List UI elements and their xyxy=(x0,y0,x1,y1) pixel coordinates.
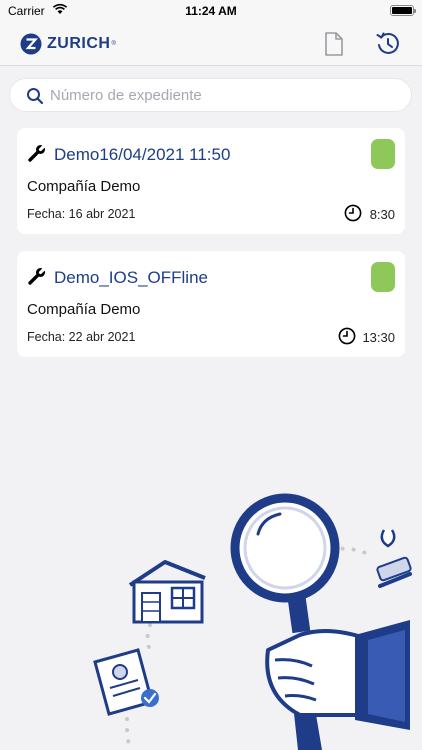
document-icon[interactable] xyxy=(322,31,346,57)
company-name: Compañía Demo xyxy=(27,301,141,318)
clock-icon xyxy=(338,327,356,345)
clock-time: 11:24 AM xyxy=(185,4,237,18)
case-title[interactable]: Demo16/04/2021 11:50 xyxy=(54,145,230,165)
case-date: Fecha: 16 abr 2021 xyxy=(27,207,136,221)
case-time: 13:30 xyxy=(362,330,395,345)
sync-history-icon[interactable] xyxy=(375,31,401,57)
status-badge xyxy=(371,139,395,169)
case-title[interactable]: Demo_IOS_OFFline xyxy=(54,268,208,288)
battery-icon xyxy=(390,5,416,16)
search-icon xyxy=(27,88,44,105)
status-bar: Carrier 11:24 AM xyxy=(0,0,422,22)
company-name: Compañía Demo xyxy=(27,178,141,195)
logo-registered-mark: ® xyxy=(111,41,116,47)
zurich-logo: ZURICH ® xyxy=(20,33,116,55)
case-date: Fecha: 22 abr 2021 xyxy=(27,330,136,344)
certificate-icon xyxy=(93,648,159,716)
logo-text: ZURICH xyxy=(47,35,111,52)
search-input[interactable] xyxy=(50,79,400,111)
search-bar[interactable] xyxy=(9,78,412,112)
clock-icon xyxy=(344,204,362,222)
zurich-logo-icon xyxy=(20,33,42,55)
case-card[interactable]: Demo_IOS_OFFline Compañía Demo Fecha: 22… xyxy=(17,251,405,357)
inspection-illustration xyxy=(93,493,412,750)
wrench-icon xyxy=(28,143,47,162)
wrench-icon xyxy=(28,266,47,285)
nav-bar: ZURICH ® xyxy=(0,22,422,66)
house-icon xyxy=(128,560,206,624)
case-time: 8:30 xyxy=(369,207,395,222)
case-card[interactable]: Demo16/04/2021 11:50 Compañía Demo Fecha… xyxy=(17,128,405,234)
status-badge xyxy=(371,262,395,292)
tools-icon xyxy=(376,529,412,588)
